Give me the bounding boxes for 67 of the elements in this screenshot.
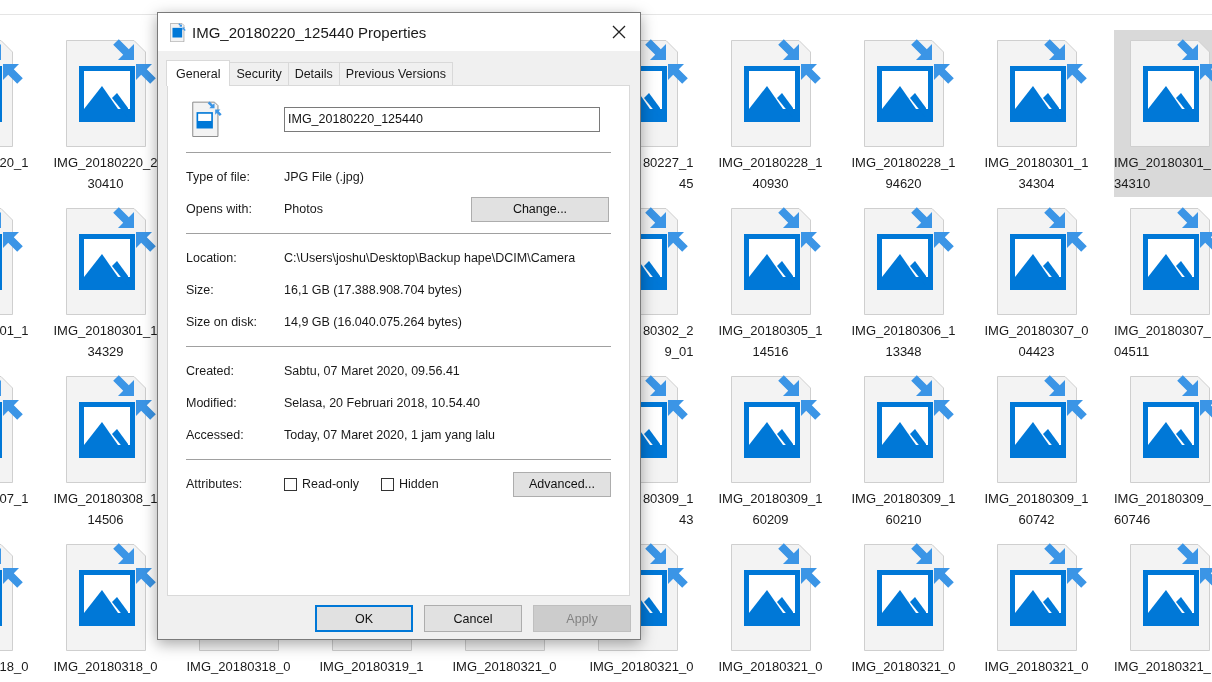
property-label: Location:: [186, 251, 238, 265]
property-label: Accessed:: [186, 428, 245, 442]
file-name: 80309_1: [642, 490, 694, 508]
property-value: C:\Users\joshu\Desktop\Backup hape\DCIM\Camera: [284, 251, 577, 265]
file-name: 60746: [1114, 511, 1151, 529]
property-value: JPG File (.jpg): [284, 170, 365, 184]
property-value: Photos: [284, 202, 324, 216]
window-title: IMG_20180220_125440 Properties: [192, 23, 428, 41]
file-name: IMG_20180319_1: [319, 658, 424, 676]
file-name: 18_0: [0, 658, 29, 676]
file-name: 94620: [885, 175, 922, 193]
file-name: 07_1: [0, 490, 29, 508]
file-name: IMG_20180220_2: [53, 154, 158, 172]
property-value: 16,1 GB (17.388.908.704 bytes): [284, 283, 463, 297]
property-label: Created:: [186, 364, 235, 378]
file-name: 04511: [1114, 343, 1150, 361]
file-name: 60742: [1018, 511, 1055, 529]
property-label: Type of file:: [186, 170, 251, 184]
file-name: IMG_20180309_: [1114, 490, 1211, 508]
file-name: IMG_20180321_0: [984, 658, 1089, 676]
file-name: IMG_20180309_1: [851, 490, 956, 508]
file-name: 14506: [87, 511, 124, 529]
file-name: IMG_20180228_1: [718, 154, 823, 172]
file-name: IMG_20180321_: [1114, 658, 1211, 676]
file-name: 34329: [87, 343, 124, 361]
file-name: IMG_20180321_0: [589, 658, 694, 676]
file-name: 80302_2: [642, 322, 694, 340]
file-name: 20_1: [0, 154, 29, 172]
file-name: 13348: [885, 343, 922, 361]
file-name: IMG_20180307_: [1114, 322, 1211, 340]
file-name: IMG_20180309_1: [984, 490, 1089, 508]
file-name: IMG_20180301_: [1114, 154, 1211, 172]
file-name: IMG_20180301_1: [53, 322, 158, 340]
file-name: 9_01: [664, 343, 694, 361]
file-name: 45: [679, 175, 694, 193]
property-label: Attributes:: [186, 477, 244, 491]
file-name: 40930: [752, 175, 789, 193]
property-label: Opens with:: [186, 202, 253, 216]
file-name: 34310: [1114, 175, 1151, 193]
property-value: Selasa, 20 Februari 2018, 10.54.40: [284, 396, 481, 410]
file-name: 80227_1: [642, 154, 694, 172]
file-name: 43: [679, 511, 694, 529]
file-name: IMG_20180321_0: [452, 658, 557, 676]
property-value: Today, 07 Maret 2020, 1 jam yang lalu: [284, 428, 496, 442]
file-name: IMG_20180321_0: [851, 658, 956, 676]
file-name: IMG_20180318_0: [186, 658, 291, 676]
file-name: 04423: [1018, 343, 1055, 361]
file-name: IMG_20180309_1: [718, 490, 823, 508]
file-name: 60210: [885, 511, 922, 529]
property-label: Size:: [186, 283, 215, 297]
file-name: 30410: [87, 175, 124, 193]
file-name: IMG_20180228_1: [851, 154, 956, 172]
file-name: IMG_20180308_1: [53, 490, 158, 508]
property-label: Size on disk:: [186, 315, 258, 329]
file-name: IMG_20180307_0: [984, 322, 1089, 340]
file-name: 14516: [752, 343, 789, 361]
file-name: 01_1: [0, 322, 29, 340]
property-value: Sabtu, 07 Maret 2020, 09.56.41: [284, 364, 461, 378]
property-label: Modified:: [186, 396, 238, 410]
file-name: IMG_20180305_1: [718, 322, 823, 340]
file-name: 34304: [1018, 175, 1055, 193]
file-name: IMG_20180306_1: [851, 322, 956, 340]
file-name: IMG_20180318_0: [53, 658, 158, 676]
file-name: 60209: [752, 511, 789, 529]
file-name: IMG_20180321_0: [718, 658, 823, 676]
property-value: 14,9 GB (16.040.075.264 bytes): [284, 315, 463, 329]
file-name: IMG_20180301_1: [984, 154, 1089, 172]
